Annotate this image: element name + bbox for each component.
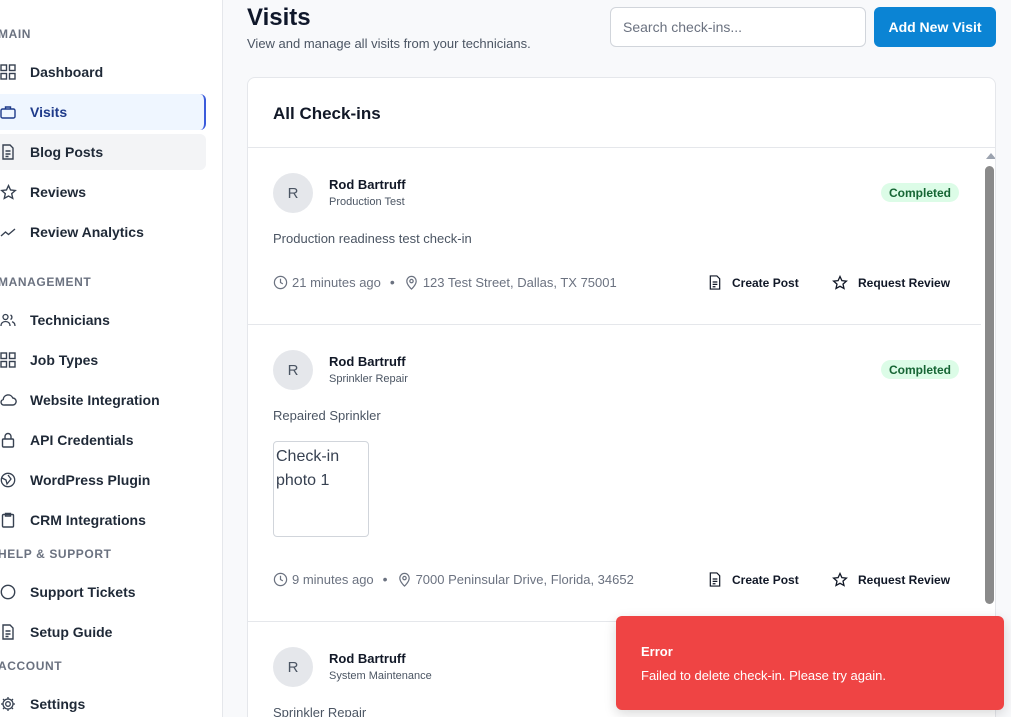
avatar: R: [273, 350, 313, 390]
photo-alt-text: Check-in photo 1: [276, 448, 340, 489]
trend-icon: [0, 222, 18, 242]
circle-icon: [0, 582, 18, 602]
sidebar: MAIN Dashboard Visits Blog Posts Reviews…: [0, 0, 223, 717]
clipboard-icon: [0, 510, 18, 530]
users-icon: [0, 310, 18, 330]
sidebar-item-settings[interactable]: Settings: [0, 686, 206, 717]
sidebar-item-label: Job Types: [30, 352, 99, 368]
check-in-description: Production readiness test check-in: [273, 231, 472, 246]
scroll-up-arrow-icon[interactable]: [986, 153, 995, 159]
grid-icon: [0, 62, 18, 82]
job-type: Sprinkler Repair: [329, 373, 408, 385]
sidebar-item-label: Dashboard: [30, 64, 104, 80]
sidebar-item-label: Setup Guide: [30, 624, 113, 640]
status-badge: Completed: [881, 183, 960, 202]
sidebar-item-review-analytics[interactable]: Review Analytics: [0, 214, 206, 250]
sidebar-item-label: API Credentials: [30, 432, 134, 448]
section-label-management: MANAGEMENT: [0, 275, 92, 289]
map-pin-icon: [404, 275, 419, 290]
search-input[interactable]: [610, 7, 866, 47]
job-type: System Maintenance: [329, 670, 432, 682]
create-post-button[interactable]: Create Post: [708, 572, 799, 587]
request-review-label: Request Review: [858, 276, 951, 290]
sidebar-item-label: Website Integration: [30, 392, 160, 408]
sidebar-item-reviews[interactable]: Reviews: [0, 174, 206, 210]
status-badge: Completed: [881, 360, 960, 379]
star-icon: [832, 572, 848, 588]
sidebar-item-label: Support Tickets: [30, 584, 136, 600]
sidebar-item-wordpress-plugin[interactable]: WordPress Plugin: [0, 462, 206, 498]
check-in-photo[interactable]: Check-in photo 1: [273, 441, 369, 537]
page-subtitle: View and manage all visits from your tec…: [247, 36, 531, 51]
request-review-button[interactable]: Request Review: [832, 275, 950, 291]
check-in-time: 21 minutes ago: [292, 274, 381, 290]
check-in-time: 9 minutes ago: [292, 571, 374, 587]
scrollbar-thumb[interactable]: [985, 166, 994, 604]
sidebar-item-website-integration[interactable]: Website Integration: [0, 382, 206, 418]
section-label-help-support: HELP & SUPPORT: [0, 547, 112, 561]
job-type: Production Test: [329, 196, 405, 208]
card-title: All Check-ins: [273, 104, 381, 123]
sidebar-item-label: Review Analytics: [30, 224, 144, 240]
check-in-location: 7000 Peninsular Drive, Florida, 34652: [415, 571, 634, 587]
sidebar-item-api-credentials[interactable]: API Credentials: [0, 422, 206, 458]
sidebar-item-label: Reviews: [30, 184, 87, 200]
separator-dot: •: [389, 274, 395, 290]
technician-name: Rod Bartruff: [329, 651, 406, 666]
request-review-label: Request Review: [858, 573, 951, 587]
sidebar-item-technicians[interactable]: Technicians: [0, 302, 206, 338]
sidebar-item-job-types[interactable]: Job Types: [0, 342, 206, 378]
sidebar-item-label: WordPress Plugin: [30, 472, 151, 488]
sidebar-item-support-tickets[interactable]: Support Tickets: [0, 574, 206, 610]
check-in-entry: R Rod Bartruff Sprinkler Repair Complete…: [248, 325, 981, 622]
check-in-description: Repaired Sprinkler: [273, 408, 381, 423]
technician-name: Rod Bartruff: [329, 177, 406, 192]
toast-title: Error: [641, 644, 673, 659]
briefcase-icon: [0, 102, 18, 122]
check-in-entry: R Rod Bartruff Production Test Completed…: [248, 148, 981, 325]
sidebar-item-setup-guide[interactable]: Setup Guide: [0, 614, 206, 650]
technician-name: Rod Bartruff: [329, 354, 406, 369]
cloud-icon: [0, 390, 18, 410]
sidebar-item-label: Visits: [30, 104, 68, 120]
check-in-meta: 9 minutes ago • 7000 Peninsular Drive, F…: [273, 571, 634, 587]
create-post-button[interactable]: Create Post: [708, 275, 799, 290]
sidebar-item-blog-posts[interactable]: Blog Posts: [0, 134, 206, 170]
sidebar-item-label: Technicians: [30, 312, 110, 328]
avatar: R: [273, 647, 313, 687]
clock-icon: [273, 275, 288, 290]
create-post-label: Create Post: [732, 275, 799, 290]
star-icon: [0, 182, 18, 202]
map-pin-icon: [397, 572, 412, 587]
lock-icon: [0, 430, 18, 450]
sidebar-item-label: Blog Posts: [30, 144, 104, 160]
create-post-label: Create Post: [732, 572, 799, 587]
clock-icon: [273, 572, 288, 587]
star-icon: [832, 275, 848, 291]
check-in-description: Sprinkler Repair: [273, 705, 367, 717]
toast-message: Failed to delete check-in. Please try ag…: [641, 668, 886, 683]
document-icon: [708, 572, 722, 587]
sidebar-item-label: Settings: [30, 696, 86, 712]
check-in-meta: 21 minutes ago • 123 Test Street, Dallas…: [273, 274, 617, 290]
section-label-account: ACCOUNT: [0, 659, 63, 673]
sidebar-item-dashboard[interactable]: Dashboard: [0, 54, 206, 90]
sidebar-item-label: CRM Integrations: [30, 512, 146, 528]
document-icon: [0, 622, 18, 642]
globe-icon: [0, 470, 18, 490]
document-icon: [708, 275, 722, 290]
request-review-button[interactable]: Request Review: [832, 572, 950, 588]
avatar: R: [273, 173, 313, 213]
gear-icon: [0, 694, 18, 714]
separator-dot: •: [382, 571, 388, 587]
grid-icon: [0, 350, 18, 370]
page-title: Visits: [247, 4, 311, 31]
document-icon: [0, 142, 18, 162]
check-in-location: 123 Test Street, Dallas, TX 75001: [422, 274, 617, 290]
sidebar-item-crm-integrations[interactable]: CRM Integrations: [0, 502, 206, 538]
error-toast[interactable]: Error Failed to delete check-in. Please …: [616, 616, 1004, 710]
add-new-visit-button[interactable]: Add New Visit: [874, 7, 996, 47]
section-label-main: MAIN: [0, 27, 32, 41]
sidebar-item-visits[interactable]: Visits: [0, 94, 206, 130]
